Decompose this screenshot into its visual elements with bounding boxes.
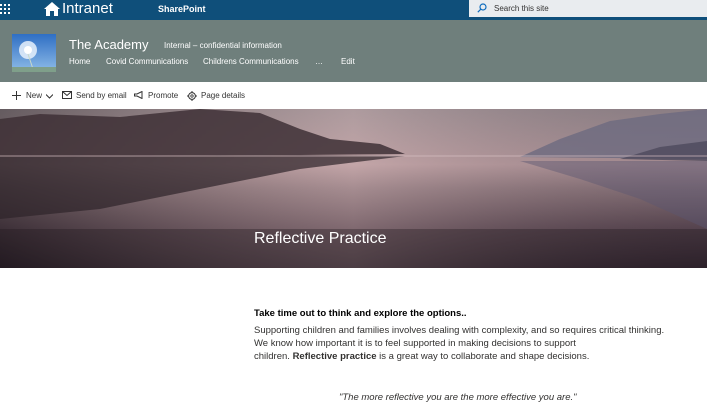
send-by-email-label: Send by email bbox=[76, 91, 127, 100]
new-label: New bbox=[26, 91, 43, 100]
search-box[interactable]: Search this site bbox=[469, 0, 707, 17]
page-title: Reflective Practice bbox=[254, 230, 387, 247]
site-title[interactable]: The Academy bbox=[69, 37, 149, 53]
home-icon[interactable] bbox=[44, 2, 60, 16]
quote-text: "The more reflective you are the more ef… bbox=[339, 392, 577, 403]
app-launcher-icon[interactable] bbox=[0, 4, 12, 16]
text-run: children. bbox=[254, 351, 293, 362]
promote-label: Promote bbox=[148, 91, 179, 100]
intro-heading: Take time out to think and explore the o… bbox=[254, 308, 467, 319]
paragraph-line: children. Reflective practice is a great… bbox=[254, 350, 704, 363]
command-bar: New Send by email Promote Page details bbox=[0, 82, 707, 109]
nav-item-covid-communications[interactable]: Covid Communications bbox=[106, 57, 188, 67]
paragraph-line: We know how important it is to feel supp… bbox=[254, 338, 576, 349]
text-run: is a great way to collaborate and shape … bbox=[376, 351, 590, 362]
mail-icon bbox=[62, 91, 72, 99]
page-details-label: Page details bbox=[201, 91, 246, 100]
chevron-down-icon bbox=[46, 94, 53, 99]
product-name[interactable]: SharePoint bbox=[158, 0, 206, 19]
bold-text: Reflective practice bbox=[292, 351, 377, 362]
paragraph-line: Supporting children and families involve… bbox=[254, 325, 665, 336]
search-icon bbox=[477, 3, 487, 13]
page-content: Take time out to think and explore the o… bbox=[254, 308, 704, 363]
nav-more-button[interactable]: … bbox=[315, 57, 323, 67]
search-input[interactable]: Search this site bbox=[494, 0, 549, 17]
megaphone-icon bbox=[134, 91, 143, 99]
nav-item-childrens-communications[interactable]: Childrens Communications bbox=[203, 57, 299, 67]
app-name[interactable]: Intranet bbox=[62, 0, 113, 19]
suite-bar: Intranet SharePoint Search this site bbox=[0, 0, 707, 20]
site-logo[interactable] bbox=[12, 34, 56, 72]
gear-icon bbox=[187, 91, 197, 101]
nav-item-home[interactable]: Home bbox=[69, 57, 90, 67]
plus-icon bbox=[12, 91, 21, 100]
nav-edit-link[interactable]: Edit bbox=[341, 57, 355, 67]
site-header: The Academy Internal – confidential info… bbox=[0, 20, 707, 82]
site-classification: Internal – confidential information bbox=[164, 41, 282, 50]
